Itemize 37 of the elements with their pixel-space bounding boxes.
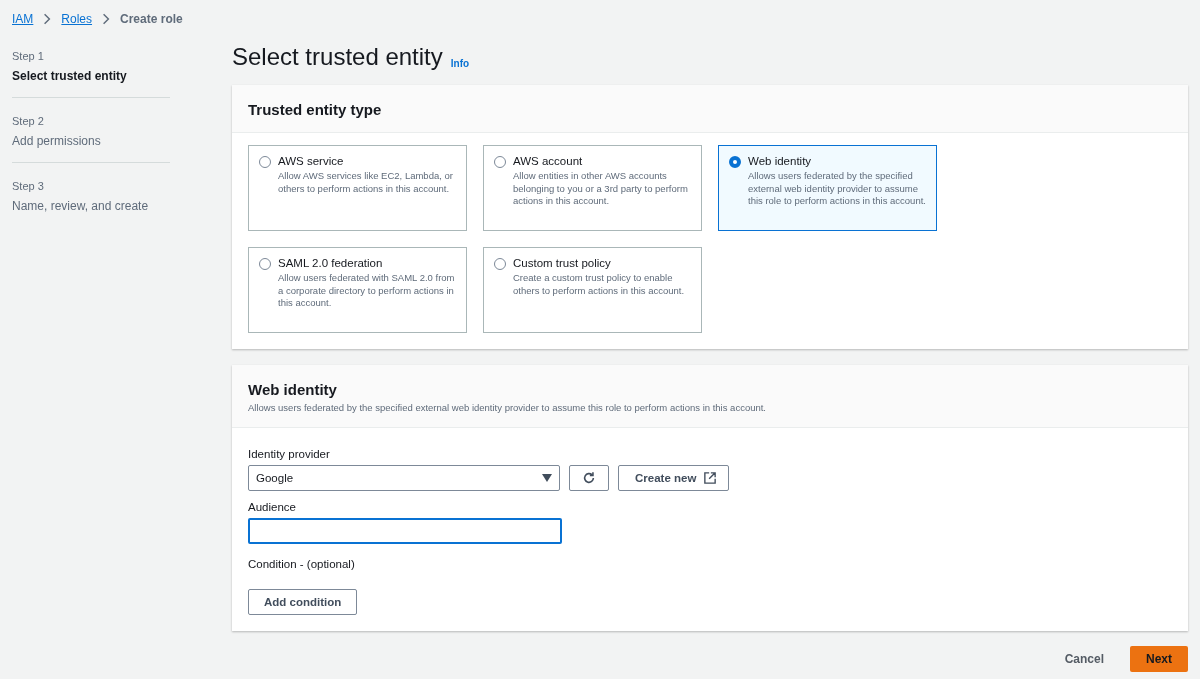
add-condition-button[interactable]: Add condition <box>248 589 358 615</box>
panel-title: Trusted entity type <box>248 101 383 118</box>
identity-provider-dropdown[interactable]: Google <box>248 465 560 491</box>
next-button[interactable]: Next <box>1130 646 1188 672</box>
option-description: Allows users federated by the specified external web identity provider to assume this role to perform actions in this account. <box>748 170 926 208</box>
step-link[interactable]: Add permissions <box>12 134 170 148</box>
info-link[interactable]: Info <box>450 58 470 69</box>
step-link[interactable]: Select trusted entity <box>12 69 170 83</box>
option-description: Allow entities in other AWS accounts belonging to you or a 3rd party to perform actions in this account. <box>513 170 689 208</box>
create-new-button[interactable]: Create new <box>618 465 730 491</box>
breadcrumb-link[interactable]: IAM <box>12 12 34 26</box>
option-title: Custom trust policy <box>513 257 612 269</box>
option-description: Allow users federated with SAML 2.0 from a corporate directory to perform actions in this account. <box>278 272 456 310</box>
panel-description: Allows users federated by the specified external web identity provider to assume this role to perform actions in this account. <box>248 402 767 413</box>
option-title: AWS service <box>278 155 345 167</box>
option-title: SAML 2.0 federation <box>278 257 384 269</box>
option-card[interactable]: AWS service Allow AWS services like EC2, Lambda, or others to perform actions in this account. <box>248 145 467 231</box>
field-label: Condition - (optional) <box>248 558 356 570</box>
option-card[interactable]: SAML 2.0 federation Allow users federated with SAML 2.0 from a corporate directory to perform actions in this account. <box>248 247 467 333</box>
step-number: Step 2 <box>12 115 45 127</box>
option-description: Create a custom trust policy to enable others to perform actions in this account. <box>513 272 686 297</box>
page-title: Select trusted entity <box>232 43 443 71</box>
breadcrumb-link[interactable]: Roles <box>61 12 93 26</box>
field-label: Identity provider <box>248 448 331 460</box>
field-label: Audience <box>248 501 297 513</box>
panel-title: Web identity <box>248 381 338 398</box>
option-title: Web identity <box>748 155 813 167</box>
option-card[interactable]: AWS account Allow entities in other AWS accounts belonging to you or a 3rd party to perform actions in this account. <box>483 145 702 231</box>
option-description: Allow AWS services like EC2, Lambda, or others to perform actions in this account. <box>278 170 454 195</box>
option-card[interactable]: Web identity Allows users federated by the specified external web identity provider to assume this role to perform actions in this account. <box>718 145 937 231</box>
option-card[interactable]: Custom trust policy Create a custom trust policy to enable others to perform actions in this account. <box>483 247 702 333</box>
option-title: AWS account <box>513 155 584 167</box>
cancel-button[interactable]: Cancel <box>1058 651 1110 667</box>
step-number: Step 3 <box>12 180 45 192</box>
breadcrumb-current: Create role <box>120 12 183 26</box>
step-link[interactable]: Name, review, and create <box>12 199 170 213</box>
step-number: Step 1 <box>12 50 45 62</box>
